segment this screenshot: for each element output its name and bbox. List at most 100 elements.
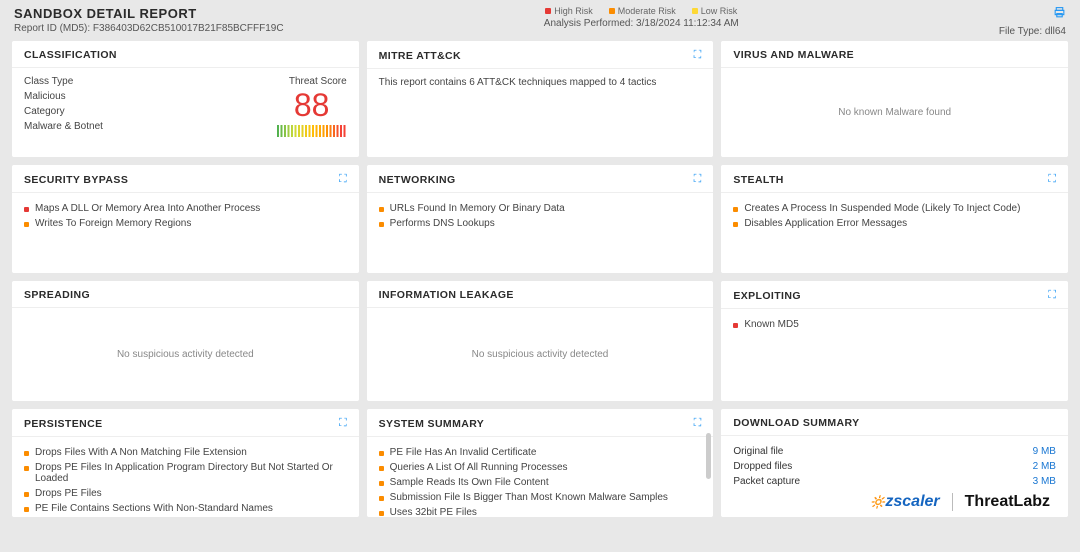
list-item-text: Uses 32bit PE Files (390, 507, 477, 517)
download-row[interactable]: Original file 9 MB (733, 444, 1056, 459)
stealth-list: Creates A Process In Suspended Mode (Lik… (733, 201, 1056, 231)
print-icon[interactable] (1053, 6, 1066, 22)
legend-dot-low (692, 8, 698, 14)
list-item: Performs DNS Lookups (379, 216, 702, 231)
list-item: Submission File Is Bigger Than Most Know… (379, 490, 702, 505)
threat-gauge (277, 125, 347, 137)
card-title: SYSTEM SUMMARY (379, 418, 485, 430)
list-item-text: Maps A DLL Or Memory Area Into Another P… (35, 203, 260, 214)
threatlabz-logo: ThreatLabz (965, 493, 1050, 511)
card-title: STEALTH (733, 174, 783, 186)
virus-text: No known Malware found (838, 107, 951, 118)
category-value: Malware & Botnet (24, 121, 103, 132)
list-item: Drops PE Files (24, 486, 347, 501)
threat-score-label: Threat Score (277, 76, 347, 87)
system-summary-card: SYSTEM SUMMARY ⛶ PE File Has An Invalid … (367, 409, 714, 517)
card-title: NETWORKING (379, 174, 456, 186)
risk-bullet (379, 496, 384, 501)
risk-bullet (733, 323, 738, 328)
threat-score-value: 88 (277, 89, 347, 121)
list-item: PE File Contains Sections With Non-Stand… (24, 501, 347, 516)
download-size: 9 MB (1033, 446, 1056, 457)
class-type-value: Malicious (24, 91, 103, 102)
risk-bullet (379, 511, 384, 516)
list-item: Creates A Process In Suspended Mode (Lik… (733, 201, 1056, 216)
list-item: Maps A DLL Or Memory Area Into Another P… (24, 201, 347, 216)
download-row[interactable]: Dropped files 2 MB (733, 459, 1056, 474)
system-list: PE File Has An Invalid Certificate Querie… (379, 445, 702, 517)
list-item-text: Creates A Process In Suspended Mode (Lik… (744, 203, 1020, 214)
list-item: Known MD5 (733, 317, 1056, 332)
report-grid: CLASSIFICATION Class Type Malicious Cate… (0, 41, 1080, 525)
card-title: DOWNLOAD SUMMARY (733, 417, 859, 429)
networking-card: NETWORKING ⛶ URLs Found In Memory Or Bin… (367, 165, 714, 273)
expand-icon[interactable]: ⛶ (339, 173, 347, 186)
card-title: SPREADING (24, 289, 90, 301)
mitre-card: MITRE ATT&CK ⛶ This report contains 6 AT… (367, 41, 714, 157)
risk-bullet (733, 207, 738, 212)
spreading-text: No suspicious activity detected (117, 349, 254, 360)
download-label: Original file (733, 446, 783, 457)
download-row[interactable]: Packet capture 3 MB (733, 474, 1056, 489)
list-item: Disables Application Error Messages (733, 216, 1056, 231)
card-title: EXPLOITING (733, 290, 801, 302)
risk-legend: High Risk Moderate Risk Low Risk (284, 6, 999, 16)
list-item: Drops Files With A Non Matching File Ext… (24, 445, 347, 460)
spreading-card: SPREADING No suspicious activity detecte… (12, 281, 359, 401)
list-item-text: Writes To Foreign Memory Regions (35, 218, 191, 229)
mitre-text: This report contains 6 ATT&CK techniques… (379, 77, 657, 88)
brand-footer: 🔆zscaler ThreatLabz (854, 489, 1066, 515)
list-item-text: Disables Application Error Messages (744, 218, 907, 229)
download-summary-card: DOWNLOAD SUMMARY Original file 9 MB Droppe… (721, 409, 1068, 517)
exploiting-card: EXPLOITING ⛶ Known MD5 (721, 281, 1068, 401)
persistence-card: PERSISTENCE ⛶ Drops Files With A Non Mat… (12, 409, 359, 517)
risk-bullet (379, 451, 384, 456)
list-item-text: PE File Has An Invalid Certificate (390, 447, 537, 458)
exploiting-list: Known MD5 (733, 317, 1056, 332)
category-label: Category (24, 106, 103, 117)
expand-icon[interactable]: ⛶ (339, 417, 347, 430)
download-size: 2 MB (1033, 461, 1056, 472)
list-item-text: Known MD5 (744, 319, 798, 330)
brand-separator (952, 493, 953, 511)
persistence-list: Drops Files With A Non Matching File Ext… (24, 445, 347, 517)
risk-bullet (379, 207, 384, 212)
list-item-text: Queries A List Of All Running Processes (390, 462, 568, 473)
download-size: 3 MB (1033, 476, 1056, 487)
risk-bullet (379, 481, 384, 486)
expand-icon[interactable]: ⛶ (694, 173, 702, 186)
risk-bullet (24, 451, 29, 456)
legend-dot-high (545, 8, 551, 14)
report-id: Report ID (MD5): F386403D62CB510017B21F8… (14, 23, 284, 34)
report-header: SANDBOX DETAIL REPORT Report ID (MD5): F… (0, 0, 1080, 41)
zscaler-logo: 🔆zscaler (870, 493, 939, 511)
list-item: Uses 32bit PE Files (379, 505, 702, 517)
list-item-text: URLs Found In Memory Or Binary Data (390, 203, 565, 214)
download-label: Dropped files (733, 461, 792, 472)
expand-icon[interactable]: ⛶ (1048, 173, 1056, 186)
virus-card: VIRUS AND MALWARE No known Malware found (721, 41, 1068, 157)
page-title: SANDBOX DETAIL REPORT (14, 6, 284, 21)
expand-icon[interactable]: ⛶ (694, 417, 702, 430)
card-title: VIRUS AND MALWARE (733, 49, 854, 61)
stealth-card: STEALTH ⛶ Creates A Process In Suspended… (721, 165, 1068, 273)
list-item-text: Submission File Is Bigger Than Most Know… (390, 492, 668, 503)
card-title: PERSISTENCE (24, 418, 103, 430)
expand-icon[interactable]: ⛶ (694, 49, 702, 62)
download-label: Packet capture (733, 476, 800, 487)
list-item: Writes To Foreign Memory Regions (24, 216, 347, 231)
list-item: Drops PE Files In Application Program Di… (24, 460, 347, 486)
risk-bullet (24, 507, 29, 512)
risk-bullet (24, 222, 29, 227)
risk-bullet (379, 466, 384, 471)
list-item-text: Drops PE Files In Application Program Di… (35, 462, 347, 484)
analysis-timestamp: Analysis Performed: 3/18/2024 11:12:34 A… (284, 18, 999, 29)
list-item-text: Drops Files With A Non Matching File Ext… (35, 447, 247, 458)
expand-icon[interactable]: ⛶ (1048, 289, 1056, 302)
list-item: Sample Reads Its Own File Content (379, 475, 702, 490)
list-item-text: PE File Contains Sections With Non-Stand… (35, 503, 273, 514)
leakage-text: No suspicious activity detected (472, 349, 609, 360)
legend-label-high: High Risk (554, 6, 593, 16)
leakage-card: INFORMATION LEAKAGE No suspicious activi… (367, 281, 714, 401)
classification-card: CLASSIFICATION Class Type Malicious Cate… (12, 41, 359, 157)
